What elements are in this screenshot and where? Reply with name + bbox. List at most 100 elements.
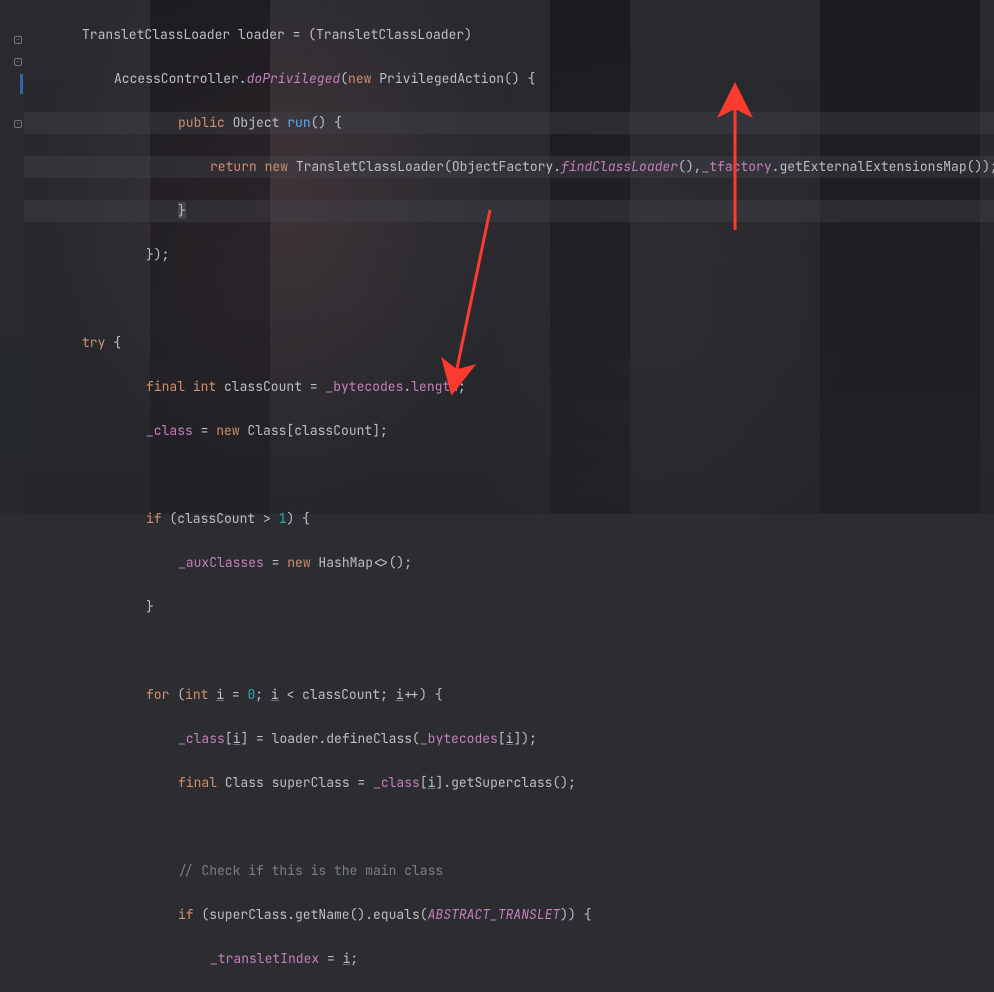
code-line[interactable]: final Class superClass = _class[i].getSu… xyxy=(24,772,994,794)
vcs-change-marker[interactable] xyxy=(20,74,23,94)
code-token: { xyxy=(105,334,121,351)
code-line[interactable] xyxy=(24,640,994,662)
code-token: ; xyxy=(458,378,466,395)
code-line[interactable]: final int classCount = _bytecodes.length… xyxy=(24,376,994,398)
code-token: i xyxy=(396,686,404,703)
code-line[interactable]: try { xyxy=(24,332,994,354)
code-token: PrivilegedAction() { xyxy=(371,70,535,87)
code-token: ++) { xyxy=(404,686,443,703)
code-comment: // Check if this is the main class xyxy=(178,862,443,879)
code-token: Class[classCount]; xyxy=(240,422,388,439)
code-token: ].getSuperclass(); xyxy=(435,774,575,791)
code-token: = xyxy=(224,686,247,703)
code-token: _class xyxy=(373,774,420,791)
code-token: } xyxy=(178,202,186,219)
code-line[interactable]: TransletClassLoader loader = (TransletCl… xyxy=(24,24,994,46)
fold-toggle-icon[interactable]: - xyxy=(14,120,22,128)
code-token: ( xyxy=(169,686,185,703)
code-token: ) { xyxy=(286,510,309,527)
code-line[interactable]: AccessController.doPrivileged(new Privil… xyxy=(24,68,994,90)
code-token: ( xyxy=(340,70,348,87)
fold-toggle-icon[interactable]: - xyxy=(14,58,22,66)
code-token: _tfactory xyxy=(701,158,771,175)
code-token: [ xyxy=(498,730,506,747)
code-token: i xyxy=(216,686,224,703)
code-token: = xyxy=(264,554,287,571)
code-token: } xyxy=(146,598,154,615)
code-token: final int xyxy=(146,378,216,395)
code-token: int xyxy=(185,686,208,703)
code-token: ] = loader.defineClass( xyxy=(240,730,419,747)
code-token: Class superClass = xyxy=(217,774,373,791)
code-line[interactable]: if (classCount > 1) { xyxy=(24,508,994,530)
code-token: Object xyxy=(225,114,287,131)
code-line[interactable]: _auxClasses = new HashMap<>(); xyxy=(24,552,994,574)
code-token: doPrivileged xyxy=(247,70,341,87)
code-token: [ xyxy=(225,730,233,747)
code-token: i xyxy=(428,774,436,791)
code-token: i xyxy=(506,730,514,747)
code-token: _class xyxy=(178,730,225,747)
code-token: TransletClassLoader loader = (TransletCl… xyxy=(82,26,472,43)
code-token: if xyxy=(178,906,194,923)
fold-toggle-icon[interactable]: - xyxy=(14,36,22,44)
code-token: return new xyxy=(210,158,288,175)
code-editor[interactable]: TransletClassLoader loader = (TransletCl… xyxy=(24,2,994,992)
code-token: = xyxy=(193,422,216,439)
editor-gutter[interactable]: - - - xyxy=(0,0,24,514)
code-token: i xyxy=(233,730,241,747)
code-token: [ xyxy=(420,774,428,791)
code-line[interactable]: }); xyxy=(24,244,994,266)
code-token: AccessController. xyxy=(114,70,247,87)
code-token: if xyxy=(146,510,162,527)
code-token: (superClass.getName().equals( xyxy=(194,906,428,923)
code-line[interactable]: _class = new Class[classCount]; xyxy=(24,420,994,442)
code-token: new xyxy=(348,70,371,87)
code-token: final xyxy=(178,774,217,791)
code-token: }); xyxy=(146,246,169,263)
code-token: ]); xyxy=(513,730,536,747)
code-token: classCount = xyxy=(216,378,325,395)
code-token: TransletClassLoader(ObjectFactory. xyxy=(288,158,561,175)
code-token: = xyxy=(319,950,342,967)
code-line[interactable] xyxy=(24,288,994,310)
code-token: run xyxy=(287,114,310,131)
code-token: findClassLoader xyxy=(561,158,678,175)
code-token: length xyxy=(411,378,458,395)
code-line[interactable]: _transletIndex = i; xyxy=(24,948,994,970)
code-token: i xyxy=(271,686,279,703)
code-token: _auxClasses xyxy=(178,554,264,571)
code-token: _bytecodes xyxy=(420,730,498,747)
code-token: )) { xyxy=(560,906,591,923)
code-token: (), xyxy=(678,158,701,175)
code-line[interactable]: } xyxy=(24,596,994,618)
code-token: ABSTRACT_TRANSLET xyxy=(428,906,561,923)
code-token: (classCount > xyxy=(162,510,279,527)
code-token: .getExternalExtensionsMap()); xyxy=(772,158,994,175)
code-line[interactable] xyxy=(24,816,994,838)
code-token: i xyxy=(343,950,351,967)
code-token: _transletIndex xyxy=(210,950,319,967)
code-token: ; xyxy=(255,686,271,703)
code-token: () { xyxy=(311,114,342,131)
code-line[interactable]: if (superClass.getName().equals(ABSTRACT… xyxy=(24,904,994,926)
code-token: _class xyxy=(146,422,193,439)
code-token xyxy=(208,686,216,703)
code-token: public xyxy=(178,114,225,131)
code-token: for xyxy=(146,686,169,703)
code-token: _bytecodes xyxy=(325,378,403,395)
code-token: try xyxy=(82,334,105,351)
code-line[interactable]: // Check if this is the main class xyxy=(24,860,994,882)
code-line[interactable] xyxy=(24,464,994,486)
code-token: new xyxy=(216,422,239,439)
code-line[interactable]: for (int i = 0; i < classCount; i++) { xyxy=(24,684,994,706)
code-line[interactable]: } xyxy=(24,200,994,222)
code-token: new xyxy=(287,554,310,571)
code-line[interactable]: _class[i] = loader.defineClass(_bytecode… xyxy=(24,728,994,750)
code-token: HashMap<>(); xyxy=(311,554,412,571)
code-token: 0 xyxy=(247,686,255,703)
code-token: ; xyxy=(350,950,358,967)
code-token: < classCount; xyxy=(279,686,396,703)
code-line[interactable]: return new TransletClassLoader(ObjectFac… xyxy=(24,156,994,178)
code-line[interactable]: public Object run() { xyxy=(24,112,994,134)
